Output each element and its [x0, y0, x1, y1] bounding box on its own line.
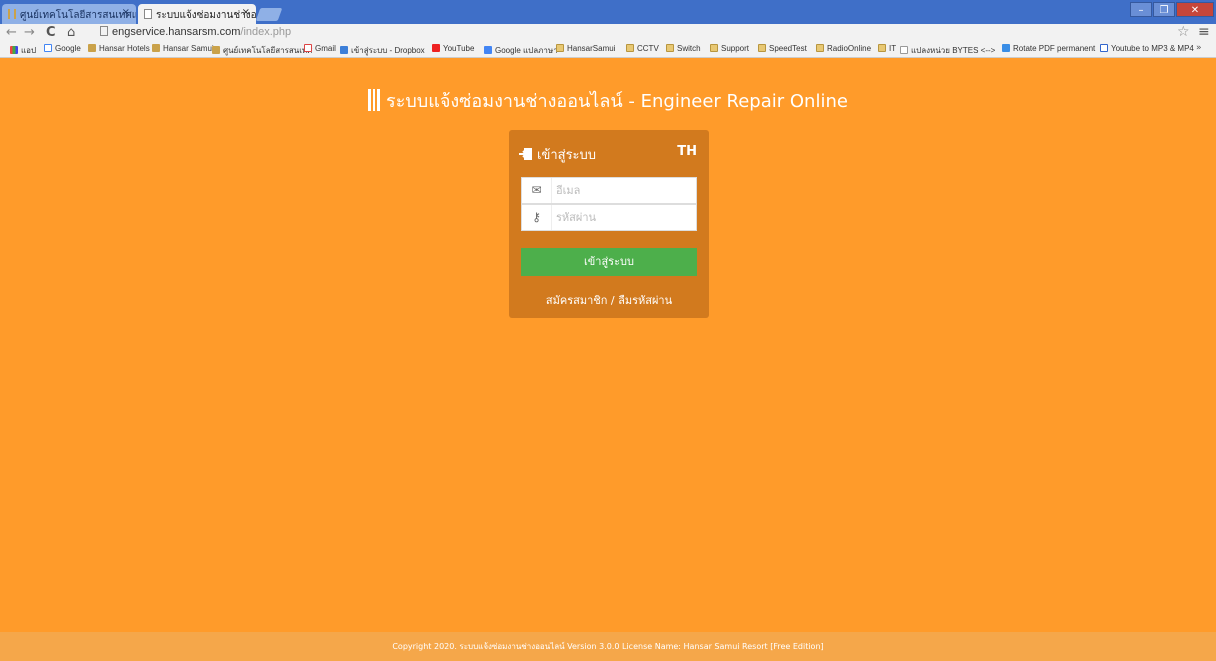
close-tab-icon[interactable]: × — [122, 7, 130, 18]
envelope-icon: ✉ — [522, 178, 552, 203]
login-panel: เข้าสู่ระบบ TH ✉ ⚷ เข้าสู่ระบบ สมัครสมาช… — [509, 130, 709, 318]
bookmark-youtube[interactable]: YouTube — [432, 44, 474, 53]
tab-title: ศูนย์เทคโนโลยีสารสนเทศและ — [20, 10, 136, 21]
url-path: /index.php — [240, 26, 292, 38]
email-field: ✉ — [521, 177, 697, 204]
close-tab-icon[interactable]: × — [242, 7, 250, 18]
bookmarks-bar: แอป Google Hansar Hotels Hansar Samui ศู… — [0, 42, 1216, 58]
email-input[interactable] — [556, 182, 692, 199]
page-title: ระบบแจ้งซ่อมงานช่างออนไลน์ - Engineer Re… — [0, 86, 1216, 115]
bookmark-it-center[interactable]: ศูนย์เทคโนโลยีสารสนเทศ — [212, 44, 312, 57]
browser-tab-2-active[interactable]: ระบบแจ้งซ่อมงานช่างออนไลน์ × — [138, 4, 256, 24]
bookmark-google-translate[interactable]: Google แปลภาษา — [484, 44, 558, 57]
sign-in-icon — [519, 147, 533, 161]
bookmark-radioonline[interactable]: RadioOnline — [816, 44, 871, 53]
page-title-text: ระบบแจ้งซ่อมงานช่างออนไลน์ - Engineer Re… — [386, 91, 848, 112]
bookmark-rotate-pdf[interactable]: Rotate PDF permanent — [1002, 44, 1095, 53]
page-icon — [100, 26, 108, 36]
bookmark-cctv[interactable]: CCTV — [626, 44, 659, 53]
more-bookmarks-icon[interactable]: » — [1196, 43, 1202, 53]
bookmark-gmail[interactable]: Gmail — [304, 44, 336, 53]
minimize-button[interactable]: – — [1130, 2, 1152, 17]
page-favicon-icon — [144, 9, 152, 19]
password-field: ⚷ — [521, 204, 697, 231]
register-forgot-link[interactable]: สมัครสมาชิก / ลืมรหัสผ่าน — [509, 291, 709, 309]
bookmark-switch[interactable]: Switch — [666, 44, 701, 53]
key-icon: ⚷ — [522, 205, 552, 230]
login-button[interactable]: เข้าสู่ระบบ — [521, 248, 697, 276]
bookmark-bytes-converter[interactable]: แปลงหน่วย BYTES <--> — [900, 44, 995, 57]
home-icon[interactable]: ⌂ — [67, 25, 75, 40]
bookmark-speedtest[interactable]: SpeedTest — [758, 44, 807, 53]
hansar-logo-icon — [368, 89, 381, 111]
reload-icon[interactable]: C — [46, 25, 56, 40]
bookmark-support[interactable]: Support — [710, 44, 749, 53]
browser-tab-1[interactable]: ศูนย์เทคโนโลยีสารสนเทศและ × — [2, 4, 136, 24]
bookmark-google[interactable]: Google — [44, 44, 81, 53]
language-toggle[interactable]: TH — [677, 144, 697, 159]
bookmark-hansar-samui[interactable]: Hansar Samui — [152, 44, 214, 53]
bookmark-star-icon[interactable]: ☆ — [1177, 24, 1190, 40]
address-bar[interactable]: engservice.hansarsm.com/index.php — [100, 26, 291, 38]
bookmark-hansarsamui[interactable]: HansarSamui — [556, 44, 615, 53]
footer-copyright: Copyright 2020. ระบบแจ้งซ่อมงานช่างออนไล… — [0, 632, 1216, 661]
url-host: engservice.hansarsm.com — [112, 26, 241, 38]
bookmark-youtube-mp3[interactable]: Youtube to MP3 & MP4 — [1100, 44, 1194, 53]
bookmark-hansar-hotels[interactable]: Hansar Hotels — [88, 44, 150, 53]
new-tab-button[interactable] — [255, 8, 283, 21]
bookmark-dropbox[interactable]: เข้าสู่ระบบ - Dropbox — [340, 44, 425, 57]
login-heading: เข้าสู่ระบบ — [519, 144, 596, 165]
hansar-favicon-icon — [8, 9, 16, 19]
browser-toolbar: ← → C ⌂ engservice.hansarsm.com/index.ph… — [0, 24, 1216, 42]
menu-icon[interactable]: ≡ — [1198, 24, 1210, 40]
close-window-button[interactable]: ✕ — [1176, 2, 1214, 17]
forward-arrow-icon[interactable]: → — [24, 25, 35, 40]
back-arrow-icon[interactable]: ← — [6, 25, 17, 40]
browser-tab-strip: ศูนย์เทคโนโลยีสารสนเทศและ × ระบบแจ้งซ่อม… — [0, 0, 1216, 24]
password-input[interactable] — [556, 209, 692, 226]
bookmark-it[interactable]: IT — [878, 44, 896, 53]
bookmark-apps[interactable]: แอป — [10, 44, 36, 57]
restore-button[interactable]: ❐ — [1153, 2, 1175, 17]
